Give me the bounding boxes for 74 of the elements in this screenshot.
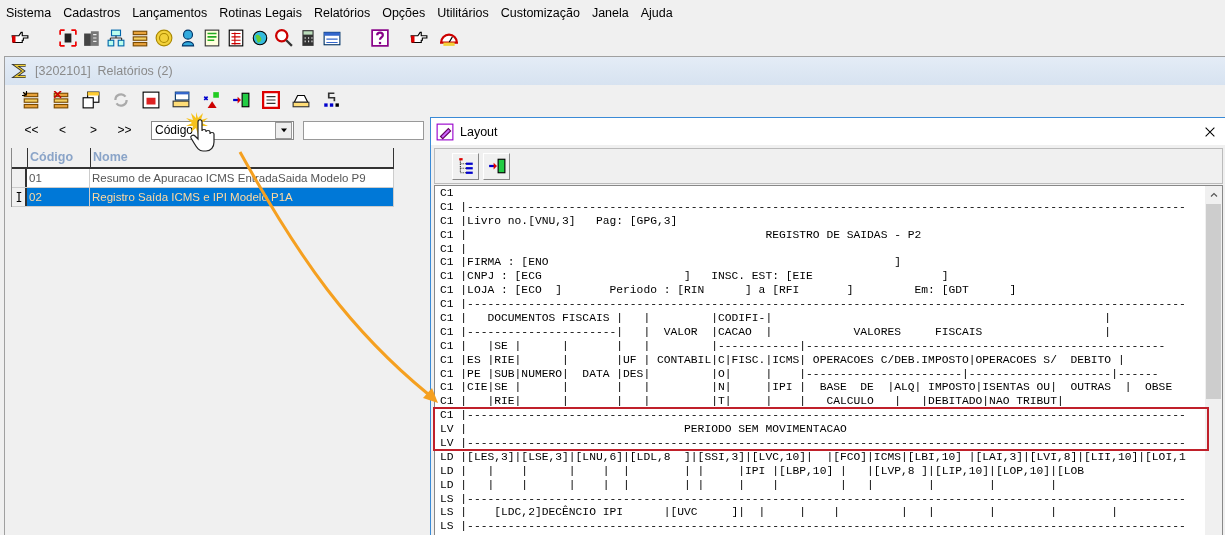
code-line: C1 | bbox=[440, 242, 469, 257]
help-icon[interactable] bbox=[371, 28, 389, 47]
code-line: C1 |CNPJ : [ECG ] INSC. EST: [EIE ] bbox=[440, 270, 950, 285]
navigation-button[interactable]: << bbox=[16, 119, 47, 141]
expand-icon[interactable] bbox=[59, 28, 77, 47]
search-field[interactable] bbox=[303, 120, 424, 140]
code-line: C1 | DOCUMENTOS FISCAIS | | |CODIFI-| | bbox=[440, 312, 1113, 326]
grid-cell: 01 bbox=[27, 169, 90, 187]
copy-icon[interactable] bbox=[82, 91, 100, 109]
menu-item[interactable]: Rotinas Legais bbox=[213, 5, 308, 20]
grid-cell: 02 bbox=[27, 188, 90, 206]
blocks-icon[interactable] bbox=[322, 91, 340, 109]
zigzag-icon bbox=[11, 62, 29, 80]
menu-item[interactable]: Relatórios bbox=[307, 5, 377, 20]
shapes-icon[interactable] bbox=[202, 91, 220, 109]
code-line: C1 | REGISTRO DE SAIDAS - P2 bbox=[440, 228, 923, 243]
pen-icon bbox=[436, 122, 454, 141]
code-line: C1 |---------------------------------------------------------------------------------------------------------- bbox=[440, 200, 1187, 215]
code-line: C1 |CIE|SE | | | | |N| |IPI | BASE DE |ALQ| IMPOSTO|ISENTAS OU| OUTRAS | OBSE bbox=[440, 381, 1174, 396]
window-title: [3202101] Relatórios (2) bbox=[35, 64, 173, 78]
code-line: C1 |PE |SUB|NUMERO| DATA |DES| |O| | |-----------------------|---------------------|------ bbox=[440, 367, 1160, 382]
navigation-button[interactable]: < bbox=[47, 119, 78, 141]
menu-item[interactable]: Opções bbox=[376, 5, 432, 20]
code-line: C1 |LOJA : [ECO ] Periodo : [RIN ] a [RFI ] Em: [GDT ] bbox=[440, 284, 1018, 299]
code-line: C1 |Livro no.[VNU,3] Pag: [GPG,3] bbox=[440, 214, 679, 229]
menu-item[interactable]: Lançamentos bbox=[126, 5, 214, 20]
code-line: C1 |---------------------------------------------------------------------------------------------------------- bbox=[440, 298, 1187, 312]
import-icon bbox=[487, 157, 506, 175]
window-icon[interactable] bbox=[142, 91, 160, 109]
code-line: LD | | | | | | | | |IPI |[LBP,10] | |[LVP,8 ]|[LIP,10]|[LOP,10]|[LOB bbox=[440, 464, 1086, 479]
menu-item[interactable]: Ajuda bbox=[634, 5, 679, 20]
network-icon[interactable] bbox=[107, 28, 125, 47]
menu-item[interactable]: Utilitários bbox=[431, 5, 495, 20]
tree-button[interactable] bbox=[452, 152, 479, 180]
table-icon[interactable] bbox=[227, 28, 245, 47]
scrollbar[interactable] bbox=[1205, 186, 1222, 535]
code-line: LD | | | | | | | | | | | | | | | bbox=[440, 478, 1058, 493]
list-icon[interactable] bbox=[262, 91, 280, 109]
code-line: LV |---------------------------------------------------------------------------------------------------------- bbox=[440, 437, 1187, 451]
print-preview-icon[interactable] bbox=[172, 91, 190, 109]
code-line: LS | [LDC,2]DECÊNCIO IPI |[UVC ]| | | | | | | | | bbox=[440, 506, 1119, 521]
code-line: C1 | |SE | | | | |------------|----------------------------------------------------- bbox=[440, 339, 1167, 354]
code-line: LD |[LES,3]|[LSE,3]|[LNU,6]|[LDL,8 ]|[SSI,3]|[LVC,10]| |[FCO]|ICMS|[LBI,10] |[LAI,3]|[LVI,8]|[LII,10]|[LOI,1 bbox=[440, 450, 1187, 465]
import-icon[interactable] bbox=[232, 91, 250, 109]
building-icon[interactable] bbox=[83, 28, 101, 47]
globe-icon[interactable] bbox=[251, 28, 269, 47]
search-icon[interactable] bbox=[275, 28, 293, 47]
document-icon[interactable] bbox=[203, 28, 221, 47]
navigation-button[interactable]: > bbox=[78, 119, 109, 141]
code-line: LV | PERIODO SEM MOVIMENTACAO bbox=[440, 423, 848, 438]
menu-item[interactable]: Cadastros bbox=[57, 5, 127, 20]
stack-icon[interactable] bbox=[131, 28, 149, 47]
code-line: C1 |ES |RIE| | |UF | CONTABIL|C|FISC.|ICMS| OPERACOES C/DEB.IMPOSTO|OPERACOES S/ DEBITO | bbox=[440, 353, 1126, 368]
scroll-thumb[interactable] bbox=[1206, 204, 1221, 399]
person-icon[interactable] bbox=[179, 28, 197, 47]
new-stack-icon[interactable] bbox=[22, 91, 40, 109]
code-editor[interactable] bbox=[434, 185, 1223, 535]
menu-item[interactable]: Janela bbox=[585, 5, 635, 20]
navigation-button[interactable]: >> bbox=[109, 119, 140, 141]
tree-icon bbox=[456, 157, 475, 175]
delete-stack-icon[interactable] bbox=[52, 91, 70, 109]
import-button[interactable] bbox=[483, 152, 510, 180]
menu-item[interactable]: Customização bbox=[494, 5, 586, 20]
code-line: C1 |FIRMA : [ENO ] bbox=[440, 256, 902, 271]
code-line: C1 |----------------------| | VALOR |CACAO | VALORES FISCAIS | bbox=[440, 325, 1113, 340]
code-line: LS |---------------------------------------------------------------------------------------------------------- bbox=[440, 520, 1187, 535]
window-title: Layout bbox=[460, 124, 499, 139]
coin-icon[interactable] bbox=[155, 28, 173, 47]
code-line: C1 | |RIE| | | | |T| | | CALCULO | |DEBITADO|NAO TRIBUT| bbox=[440, 395, 1065, 410]
code-line: LS |---------------------------------------------------------------------------------------------------------- bbox=[440, 492, 1187, 505]
code-line: C1 bbox=[440, 187, 455, 201]
code-line: C1 |---------------------------------------------------------------------------------------------------------- bbox=[440, 409, 1187, 424]
calculator-icon[interactable] bbox=[299, 28, 317, 47]
menu-item[interactable]: Sistema bbox=[0, 5, 58, 20]
